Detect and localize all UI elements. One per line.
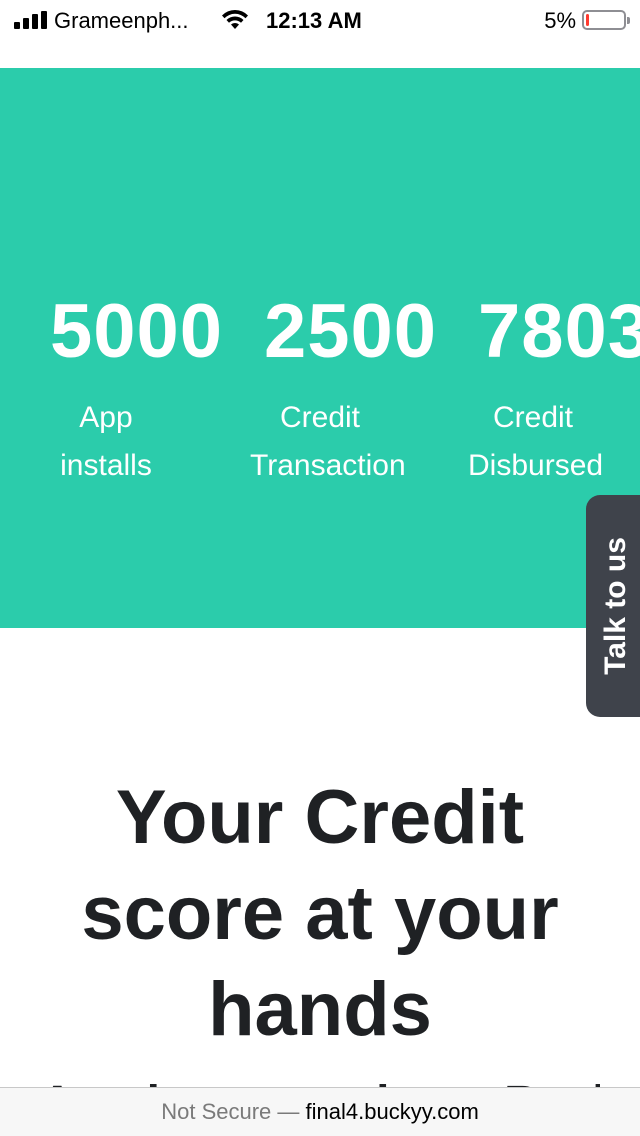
stat-label-line: Disbursed — [468, 449, 604, 482]
url-security-label: Not Secure — [161, 1099, 272, 1124]
wifi-icon — [220, 9, 250, 31]
stat-credit-disbursed-label: Credit Disbursed — [468, 394, 604, 490]
url-domain: final4.buckyy.com — [305, 1099, 479, 1124]
page: Grameenph... 12:13 AM 5% 5000 2500 7803 … — [0, 0, 640, 1136]
stat-label-line: Transaction — [250, 449, 406, 482]
stats-section: 5000 2500 7803 App installs Credit Trans… — [0, 68, 640, 628]
talk-to-us-button[interactable]: Talk to us — [586, 495, 640, 717]
headline-line: score at your — [81, 871, 559, 956]
page-headline: Your Credit score at your hands — [40, 770, 600, 1058]
stat-credit-transaction-label: Credit Transaction — [250, 394, 406, 490]
browser-url-bar[interactable]: Not Secure — final4.buckyy.com — [0, 1087, 640, 1136]
status-bar: Grameenph... 12:13 AM 5% — [0, 0, 640, 40]
battery-icon — [582, 10, 630, 30]
battery-percent: 5% — [544, 8, 576, 33]
stat-app-installs-value: 5000 — [50, 289, 224, 374]
stat-credit-disbursed-value: 7803 — [478, 289, 640, 374]
stat-label-line: Credit — [279, 401, 361, 434]
cellular-signal-icon — [14, 11, 47, 29]
url-separator: — — [277, 1099, 300, 1124]
stat-label-line: App — [79, 401, 133, 434]
carrier-name: Grameenph... — [54, 8, 189, 33]
stat-label-line: Credit — [492, 401, 574, 434]
battery-level-fill — [586, 14, 589, 26]
headline-line: hands — [208, 967, 432, 1052]
stat-credit-transaction-value: 2500 — [264, 289, 438, 374]
headline-line: Your Credit — [115, 775, 525, 860]
stat-label-line: installs — [60, 449, 152, 482]
talk-to-us-label: Talk to us — [599, 537, 632, 675]
stat-app-installs-label: App installs — [46, 394, 166, 490]
clock: 12:13 AM — [266, 8, 362, 33]
